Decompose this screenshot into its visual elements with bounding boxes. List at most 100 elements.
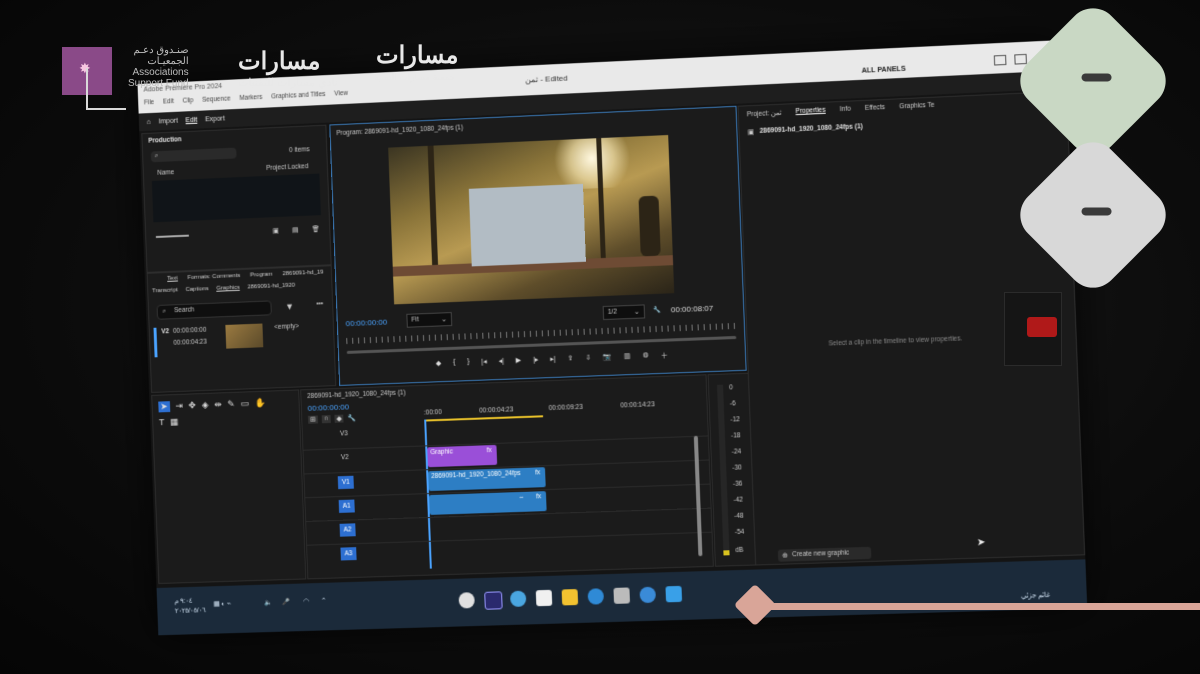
tab-export[interactable]: Export (205, 115, 225, 123)
all-panels-button[interactable]: ALL PANELS (862, 66, 906, 75)
project-search-input[interactable] (150, 147, 237, 163)
new-item-icon[interactable]: ▤ (292, 226, 298, 234)
chevron-up-icon[interactable]: ⌃ (321, 597, 327, 605)
premiere-pro-icon[interactable] (484, 591, 503, 610)
track-a3[interactable]: A3 (340, 547, 357, 561)
start-icon[interactable] (665, 585, 683, 603)
wifi-icon[interactable]: ◠ (303, 597, 309, 605)
filter-icon[interactable]: ▼ (285, 301, 294, 311)
edge-icon[interactable] (509, 590, 527, 608)
clock-date[interactable]: ٢٠٢٥/٠٥/٠٦ (175, 606, 206, 615)
tab-effects[interactable]: Effects (865, 104, 885, 113)
go-to-in-icon[interactable]: |◂ (481, 358, 487, 368)
wrench-icon[interactable]: 🔧 (653, 306, 661, 314)
tab-import[interactable]: Import (158, 117, 178, 125)
camera-icon[interactable]: 📷 (603, 353, 612, 363)
tab-clip-name[interactable]: 2869091-hd_1920 (247, 283, 295, 291)
add-icon[interactable]: ＋ (661, 351, 668, 361)
project-bin-area[interactable] (151, 173, 321, 223)
go-to-out-icon[interactable]: ▸| (550, 355, 556, 365)
work-area-bar[interactable] (424, 415, 544, 422)
video-frame[interactable] (388, 134, 675, 305)
selection-tool-icon[interactable]: ➤ (158, 401, 170, 413)
browser-icon[interactable] (587, 588, 605, 605)
pen-icon[interactable]: ✎ (227, 399, 235, 410)
step-back-icon[interactable]: ◂| (498, 357, 504, 367)
track-v1[interactable]: V1 (337, 475, 354, 490)
menu-graphics[interactable]: Graphics and Titles (271, 91, 326, 100)
out-point-icon[interactable]: } (467, 358, 470, 368)
in-point-icon[interactable]: { (453, 359, 456, 369)
step-forward-icon[interactable]: |▸ (533, 356, 539, 366)
tab-program[interactable]: Program (250, 272, 273, 279)
volume-icon[interactable]: 🔈 (264, 598, 272, 606)
graphic-overlay-box[interactable] (468, 183, 586, 267)
type-tool-icon[interactable]: T (159, 417, 165, 428)
playhead-timecode[interactable]: 00:00:00:00 (308, 402, 350, 412)
extract-icon[interactable]: ⇩ (585, 354, 591, 364)
fit-select[interactable]: Fit ⌄ (406, 312, 453, 328)
caption-icon[interactable]: ▦ (170, 417, 179, 428)
zoom-slider[interactable] (155, 234, 189, 238)
folder-icon[interactable] (561, 589, 579, 606)
audio-clip[interactable]: ⇔ fx (429, 491, 547, 515)
slip-icon[interactable]: ⇹ (214, 399, 222, 410)
mic-icon[interactable]: 🎤 (282, 598, 290, 606)
track-a1[interactable]: A1 (338, 499, 355, 513)
settings-icon[interactable]: ⚙ (642, 351, 649, 361)
tab-formats[interactable]: Formats: Comments (187, 273, 240, 281)
menu-edit[interactable]: Edit (163, 98, 174, 105)
home-icon[interactable]: ⌂ (147, 118, 151, 125)
linked-icon[interactable]: ∩ (321, 415, 331, 424)
snap-icon[interactable]: ⊞ (307, 415, 318, 424)
menu-view[interactable]: View (334, 90, 348, 98)
timeline-scrollbar[interactable] (693, 435, 703, 557)
new-bin-icon[interactable]: ▣ (272, 227, 278, 235)
tab-project[interactable]: Project: ثمن (747, 109, 782, 119)
tab-clip[interactable]: 2869091-hd_19 (282, 270, 323, 278)
sequence-tab[interactable]: 2869091-hd_1920_1080_24fps (1) (307, 389, 406, 400)
hand-icon[interactable]: ✋ (255, 398, 266, 409)
tab-transcript[interactable]: Transcript (152, 287, 178, 294)
track-a2[interactable]: A2 (339, 523, 356, 537)
more-icon[interactable]: ••• (316, 300, 323, 307)
maximize-icon[interactable] (1014, 53, 1027, 65)
col-name[interactable]: Name (157, 169, 174, 177)
store-icon[interactable] (535, 589, 553, 607)
video-clip[interactable]: 2869091-hd_1920_1080_24fps fx (428, 467, 546, 492)
trash-icon[interactable]: 🗑 (312, 225, 320, 233)
track-select-icon[interactable]: ⇥ (175, 401, 183, 412)
gallery-icon[interactable] (613, 587, 631, 604)
create-graphic-button[interactable]: ⊕ Create new graphic (777, 546, 872, 562)
graphic-clip[interactable]: Graphic fx (427, 444, 498, 468)
ripple-edit-icon[interactable]: ✥ (188, 400, 196, 411)
menu-sequence[interactable]: Sequence (202, 95, 231, 103)
tab-edit[interactable]: Edit (185, 116, 197, 123)
resolution-select[interactable]: 1/2 ⌄ (602, 304, 646, 321)
search-icon[interactable] (639, 586, 657, 604)
menu-file[interactable]: File (144, 99, 154, 106)
menu-clip[interactable]: Clip (182, 97, 193, 104)
track-v3[interactable]: V3 (340, 430, 348, 437)
clock-time[interactable]: ٩:٠٤ م (174, 597, 192, 605)
rectangle-icon[interactable]: ▭ (240, 398, 249, 409)
tab-graphics[interactable]: Graphics (216, 285, 240, 292)
network-icon[interactable]: ▦ ◐ ⌁ (213, 600, 230, 608)
tab-text[interactable]: Text (167, 276, 178, 282)
menu-markers[interactable]: Markers (239, 94, 262, 102)
tab-properties[interactable]: Properties (795, 107, 825, 116)
track-v2[interactable]: V2 (341, 454, 349, 461)
minimize-icon[interactable] (993, 54, 1007, 66)
tab-info[interactable]: Info (840, 106, 851, 115)
tab-captions[interactable]: Captions (185, 286, 208, 293)
timecode-left[interactable]: 00:00:00:00 (346, 318, 388, 329)
play-icon[interactable]: ▶ (516, 356, 522, 366)
lift-icon[interactable]: ⇪ (567, 354, 573, 364)
row-thumbnail[interactable] (225, 323, 264, 349)
tab-graphics-templates[interactable]: Graphics Te (899, 102, 935, 112)
razor-icon[interactable]: ◈ (202, 400, 209, 411)
marker-icon[interactable]: ◆ (436, 359, 442, 369)
wrench-icon[interactable]: 🔧 (347, 414, 356, 422)
chrome-icon[interactable] (458, 592, 475, 609)
compare-icon[interactable]: ▥ (624, 352, 631, 362)
